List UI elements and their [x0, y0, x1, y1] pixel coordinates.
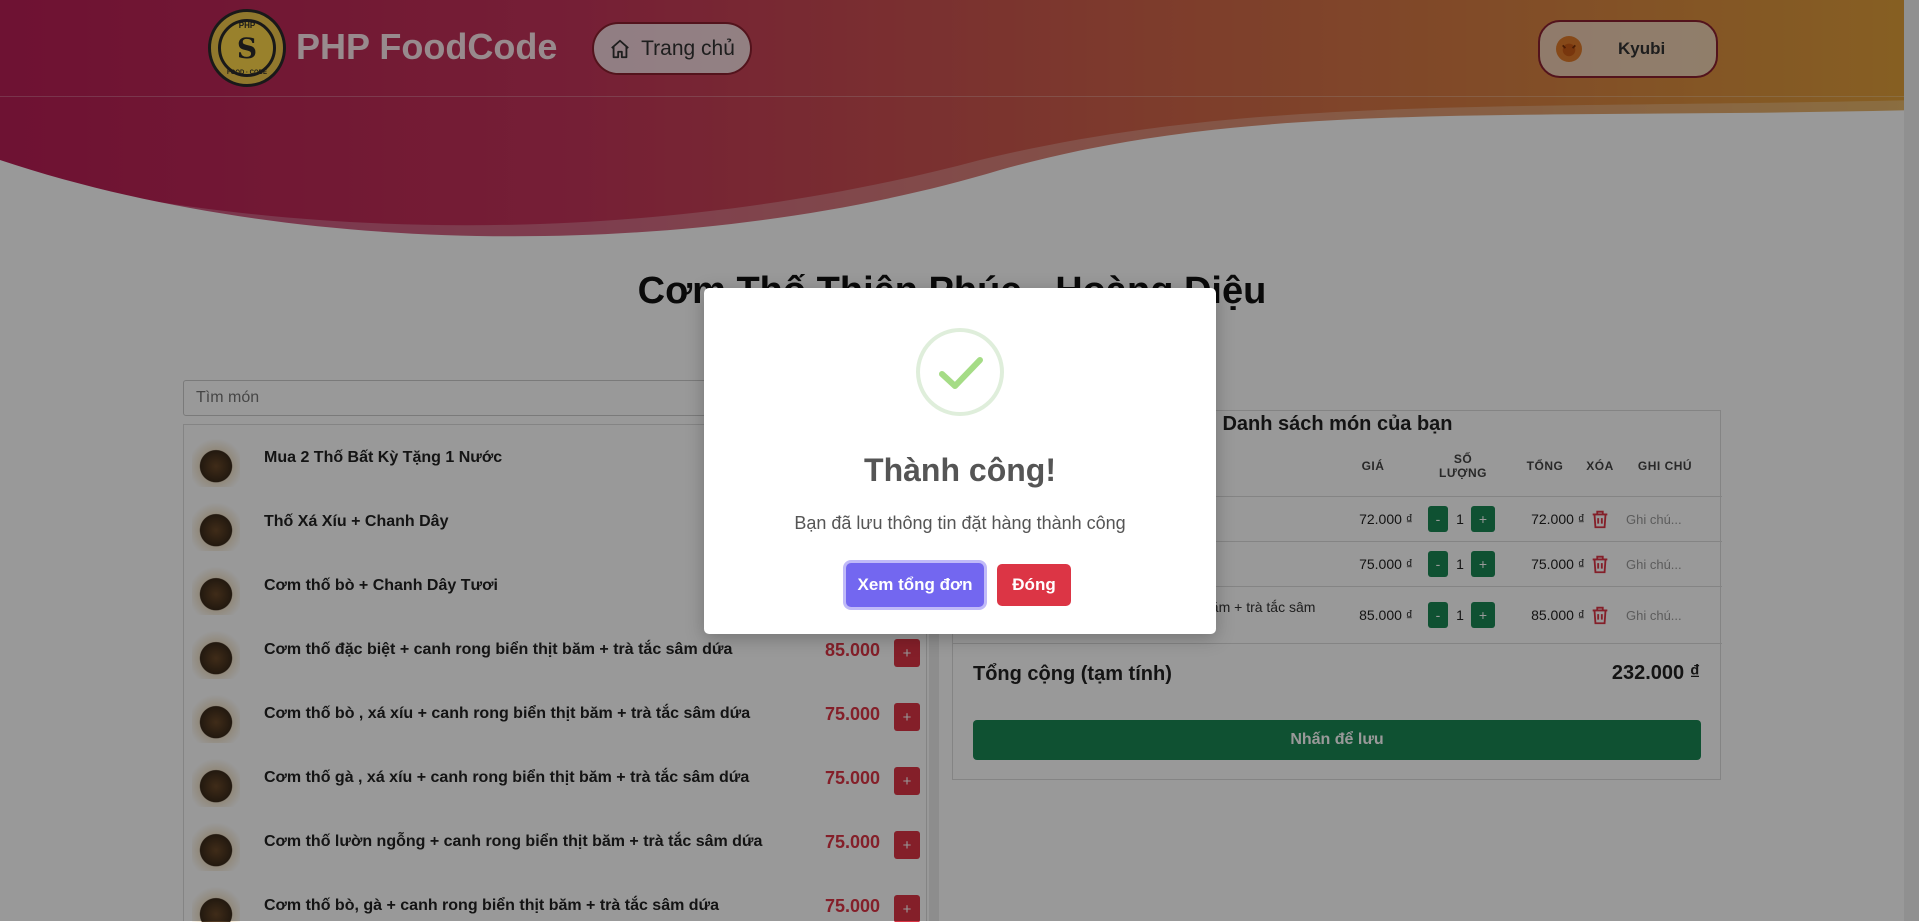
success-check-icon: [916, 328, 1004, 416]
success-dialog: Thành công! Bạn đã lưu thông tin đặt hàn…: [704, 288, 1216, 634]
dialog-message: Bạn đã lưu thông tin đặt hàng thành công: [794, 513, 1126, 533]
dialog-title: Thành công!: [864, 452, 1056, 488]
close-dialog-button[interactable]: Đóng: [997, 564, 1071, 606]
view-order-button[interactable]: Xem tổng đơn: [846, 563, 984, 607]
